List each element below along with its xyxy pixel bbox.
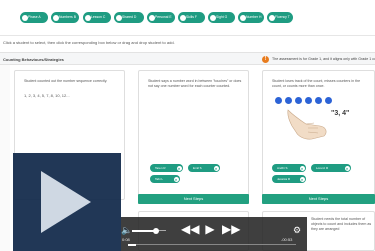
student-tag-label: Jessica R (277, 177, 291, 181)
remove-icon[interactable]: × (344, 165, 350, 171)
count-quote: "3, 4" (331, 110, 350, 117)
student-tag[interactable]: Tabi L × (150, 175, 180, 183)
pill-personal-e[interactable]: Personal E (147, 12, 175, 23)
student-tag-label: Emil S (193, 166, 202, 170)
student-tag[interactable]: Emil S × (188, 164, 220, 172)
student-tag-label: Taren R (155, 166, 166, 170)
warning-icon: ! (262, 56, 269, 63)
instruction-text: Click a student to select, then click th… (3, 40, 175, 45)
pill-label: Lesson C (91, 15, 106, 19)
pill-number-icon (149, 14, 155, 21)
student-tag-label: Andhi S (277, 166, 288, 170)
counter-dot (325, 97, 332, 104)
pill-label: Numbers B (59, 15, 76, 19)
pill-label: Number H (246, 15, 262, 19)
rewind-icon[interactable]: ◀◀ (181, 222, 199, 236)
pointing-hand-icon (287, 109, 327, 140)
counter-dot (295, 97, 302, 104)
next-steps-button[interactable]: Next Steps (262, 194, 375, 204)
pill-number-icon (22, 14, 28, 21)
student-tag-label: Tabi L (155, 177, 164, 181)
grade-warning-text: The assessment is for Grade 1, and it al… (272, 57, 375, 61)
counter-dot (315, 97, 322, 104)
fast-forward-icon[interactable]: ▶▶ (222, 222, 240, 236)
student-tag-label: Lorenz R (316, 166, 329, 170)
play-icon[interactable]: ▶ (203, 222, 217, 236)
card-description: Student counted out the number sequence … (24, 79, 108, 83)
video-play-button[interactable] (13, 153, 121, 251)
pill-label: Sight G (216, 15, 228, 19)
pill-number-h[interactable]: Number H (238, 12, 264, 23)
pill-label: Fluency T (275, 15, 290, 19)
section-header: Counting Behaviours/Strategies ! The ass… (0, 52, 375, 65)
phase-pill-row: Phase A Numbers B Lesson C Shared D Pers… (0, 0, 375, 36)
remaining-time: -00:53 (281, 237, 293, 242)
next-steps-button[interactable]: Next Steps (138, 194, 249, 204)
student-tag[interactable]: Andhi S × (272, 164, 306, 172)
section-title: Counting Behaviours/Strategies (3, 57, 64, 62)
counter-dot (285, 97, 292, 104)
pill-label: Shared D (122, 15, 137, 19)
pill-number-icon (269, 14, 275, 21)
pill-number-icon (53, 14, 59, 21)
number-sequence: 1, 2, 3, 4, 5, 7, 8, 10, 12... (24, 93, 70, 98)
remove-icon[interactable]: × (299, 165, 305, 171)
pill-lesson-c[interactable]: Lesson C (83, 12, 111, 23)
pill-sight-g[interactable]: Sight G (208, 12, 235, 23)
card-description: Student loses track of the count, misses… (272, 79, 361, 88)
pill-label: Skills F (186, 15, 197, 19)
pill-label: Phase A (28, 15, 41, 19)
pill-numbers-b[interactable]: Numbers B (51, 12, 79, 23)
pill-label: Personal E (155, 15, 172, 19)
remove-icon[interactable]: × (173, 176, 179, 182)
counter-dot (275, 97, 282, 104)
seek-progress (128, 243, 137, 246)
pill-fluency-t[interactable]: Fluency T (267, 12, 293, 23)
pill-number-icon (116, 14, 122, 21)
remove-icon[interactable]: × (213, 165, 219, 171)
remove-icon[interactable]: × (299, 176, 305, 182)
seek-track[interactable] (128, 244, 296, 245)
volume-knob[interactable] (152, 227, 159, 234)
student-tag[interactable]: Jessica R × (272, 175, 306, 183)
card-description: Student says a number word in between "t… (148, 79, 242, 88)
app-frame: Phase A Numbers B Lesson C Shared D Pers… (0, 0, 375, 251)
pill-skills-f[interactable]: Skills F (178, 12, 205, 23)
settings-icon[interactable]: ⚙ (293, 225, 301, 235)
student-tag[interactable]: Taren R × (150, 164, 183, 172)
pill-number-icon (85, 14, 91, 21)
pill-phase-a[interactable]: Phase A (20, 12, 48, 23)
pill-number-icon (180, 14, 186, 21)
student-tag[interactable]: Lorenz R × (311, 164, 351, 172)
elapsed-time: 0:08 (122, 237, 130, 242)
pill-number-icon (210, 14, 216, 21)
left-panel (0, 65, 10, 251)
counter-dot (305, 97, 312, 104)
volume-icon[interactable]: 🔈 (121, 225, 132, 235)
pill-number-icon (240, 14, 246, 21)
pill-shared-d[interactable]: Shared D (114, 12, 144, 23)
remove-icon[interactable]: × (176, 165, 182, 171)
video-control-bar: 🔈 ◀◀ ▶ ▶▶ ⚙ 0:08 -00:53 (121, 217, 307, 251)
card-description: Student needs the total number of object… (311, 217, 372, 231)
play-icon (41, 171, 91, 233)
